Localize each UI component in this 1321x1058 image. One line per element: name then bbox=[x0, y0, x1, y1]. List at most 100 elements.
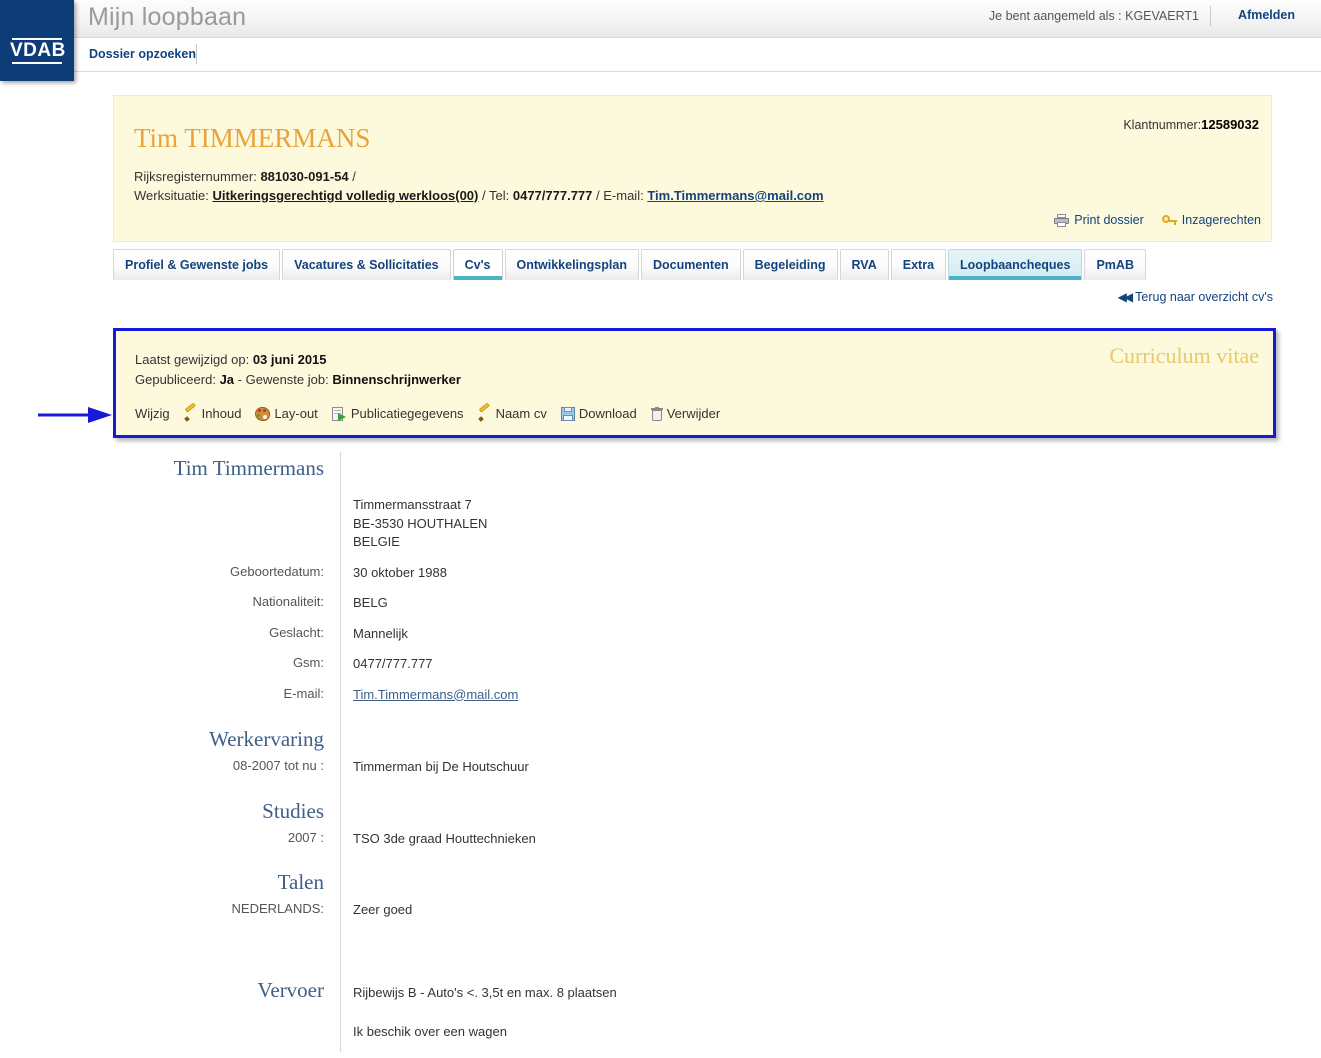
cv-row-email: E-mail: Tim.Timmermans@mail.com bbox=[113, 686, 1276, 705]
cv-row-talen-item: NEDERLANDS: Zeer goed bbox=[113, 901, 1276, 920]
cv-row-studies-item: 2007 : TSO 3de graad Houttechnieken bbox=[113, 830, 1276, 849]
tab-rva[interactable]: RVA bbox=[839, 249, 889, 280]
cv-geboortedatum-label: Geboortedatum: bbox=[230, 563, 324, 579]
cv-job-value: Binnenschrijnwerker bbox=[332, 372, 461, 387]
tab-label: Loopbaancheques bbox=[960, 258, 1071, 272]
tel-value: 0477/777.777 bbox=[512, 188, 593, 203]
client-rijksregister-line: Rijksregisternummer: 881030-091-54 / bbox=[134, 169, 356, 184]
logout-link[interactable]: Afmelden bbox=[1238, 8, 1295, 22]
cv-row-werkervaring-item: 08-2007 tot nu : Timmerman bij De Houtsc… bbox=[113, 758, 1276, 777]
cv-werkervaring-period: 08-2007 tot nu : bbox=[232, 758, 324, 773]
login-status-text: Je bent aangemeld als : KGEVAERT1 bbox=[988, 9, 1199, 23]
tab-extra[interactable]: Extra bbox=[890, 249, 947, 280]
cv-vervoer-heading: Vervoer bbox=[257, 977, 324, 1002]
print-dossier-label: Print dossier bbox=[1074, 213, 1144, 227]
cv-geboortedatum-value: 30 oktober 1988 bbox=[353, 564, 447, 580]
rijksregister-slash: / bbox=[352, 169, 356, 184]
client-email-link[interactable]: Tim.Timmermans@mail.com bbox=[647, 188, 823, 203]
cv-nationaliteit-label: Nationaliteit: bbox=[252, 594, 324, 609]
tab-label: Documenten bbox=[652, 258, 729, 272]
tab-label: Extra bbox=[902, 258, 935, 272]
cv-row-studies-heading: Studies bbox=[113, 799, 1276, 824]
cv-werkervaring-heading: Werkervaring bbox=[209, 727, 324, 751]
cv-studies-value: TSO 3de graad Houttechnieken bbox=[353, 830, 536, 846]
cv-box-title: Curriculum vitae bbox=[1109, 343, 1259, 368]
cv-email-label: E-mail: bbox=[283, 685, 324, 701]
back-to-cv-overview-link[interactable]: ◀◀ Terug naar overzicht cv's bbox=[1118, 290, 1273, 304]
cv-gsm-value: 0477/777.777 bbox=[353, 656, 433, 671]
palette-icon bbox=[255, 406, 271, 421]
vdab-logo-inner: VDAB bbox=[10, 38, 65, 64]
key-icon bbox=[1161, 214, 1177, 227]
cv-action-download[interactable]: Download bbox=[560, 406, 637, 421]
tab-label: Vacatures & Sollicitaties bbox=[294, 258, 439, 272]
cv-published-line: Gepubliceerd: Ja - Gewenste job: Binnens… bbox=[135, 372, 461, 387]
tab-profiel-gewenste-jobs[interactable]: Profiel & Gewenste jobs bbox=[113, 249, 281, 280]
cv-action-publicatiegegevens[interactable]: Publicatiegegevens bbox=[331, 406, 464, 421]
cv-action-naam-cv[interactable]: Naam cv bbox=[477, 402, 547, 422]
cv-action-label: Inhoud bbox=[201, 406, 242, 421]
tab-cvs[interactable]: Cv's bbox=[452, 249, 503, 280]
werksituatie-value-link[interactable]: Uitkeringsgerechtigd volledig werkloos(0… bbox=[213, 188, 479, 203]
annotation-arrow-icon bbox=[38, 407, 112, 423]
tab-documenten[interactable]: Documenten bbox=[640, 249, 741, 280]
klantnummer-block: Klantnummer:12589032 bbox=[1123, 117, 1259, 132]
tab-vacatures-sollicitaties[interactable]: Vacatures & Sollicitaties bbox=[282, 249, 451, 280]
cv-talen-value: Zeer goed bbox=[353, 902, 413, 917]
cv-row-geboortedatum: Geboortedatum: 30 oktober 1988 bbox=[113, 564, 1276, 583]
inzagerechten-button[interactable]: Inzagerechten bbox=[1161, 213, 1261, 227]
client-panel-actions: Print dossier Inzagerechten bbox=[1054, 213, 1261, 227]
rijksregister-value: 881030-091-54 bbox=[260, 169, 349, 184]
tab-label: RVA bbox=[851, 258, 877, 272]
cv-action-label: Verwijder bbox=[666, 406, 721, 421]
secondary-nav-bar: Dossier opzoeken bbox=[0, 38, 1321, 72]
cv-address-value: Timmermansstraat 7 BE-3530 HOUTHALEN BEL… bbox=[353, 497, 488, 549]
cv-row-vervoer: Vervoer Rijbewijs B - Auto's <. 3,5t en … bbox=[113, 978, 1276, 1003]
inzagerechten-label: Inzagerechten bbox=[1181, 213, 1261, 227]
cv-action-label: Download bbox=[578, 406, 637, 421]
cv-werkervaring-value: Timmerman bij De Houtschuur bbox=[353, 759, 529, 774]
cv-nationaliteit-value: BELG bbox=[353, 595, 388, 610]
tab-label: Profiel & Gewenste jobs bbox=[125, 258, 269, 272]
print-dossier-button[interactable]: Print dossier bbox=[1054, 213, 1144, 227]
cv-published-label: Gepubliceerd: bbox=[135, 372, 216, 387]
pencil-icon bbox=[183, 402, 198, 422]
trash-icon bbox=[650, 406, 663, 421]
tab-loopbaancheques[interactable]: Loopbaancheques bbox=[948, 249, 1083, 280]
cv-published-value: Ja bbox=[219, 372, 235, 387]
cv-gsm-label: Gsm: bbox=[292, 655, 324, 670]
cv-row-werkervaring-heading: Werkervaring bbox=[113, 727, 1276, 752]
pencil-icon bbox=[477, 402, 492, 422]
email-label: E-mail: bbox=[603, 188, 644, 203]
tab-label: Cv's bbox=[464, 258, 491, 272]
tab-pmab[interactable]: PmAB bbox=[1084, 249, 1146, 280]
cv-action-layout[interactable]: Lay-out bbox=[255, 406, 318, 421]
cv-action-verwijder[interactable]: Verwijder bbox=[650, 406, 721, 421]
cv-email-link[interactable]: Tim.Timmermans@mail.com bbox=[353, 687, 518, 702]
cv-studies-period: 2007 : bbox=[287, 829, 324, 845]
tab-begeleiding[interactable]: Begeleiding bbox=[742, 249, 838, 280]
tab-label: Begeleiding bbox=[754, 258, 826, 272]
tab-ontwikkelingsplan[interactable]: Ontwikkelingsplan bbox=[504, 249, 639, 280]
cv-row-geslacht: Geslacht: Mannelijk bbox=[113, 625, 1276, 644]
cv-name-value-spacer bbox=[340, 456, 353, 481]
back-link-label: Terug naar overzicht cv's bbox=[1135, 290, 1273, 304]
cv-studies-heading-spacer bbox=[340, 799, 353, 824]
cv-talen-label: NEDERLANDS: bbox=[231, 901, 324, 916]
cv-vervoer-value-2: Ik beschik over een wagen bbox=[353, 1023, 507, 1039]
cv-row-gsm: Gsm: 0477/777.777 bbox=[113, 655, 1276, 674]
cv-person-name: Tim Timmermans bbox=[173, 456, 324, 480]
cv-row-talen-heading: Talen bbox=[113, 870, 1276, 895]
cv-last-modified-line: Laatst gewijzigd op: 03 juni 2015 bbox=[135, 352, 327, 367]
nav-divider bbox=[196, 44, 197, 64]
header-divider bbox=[1210, 6, 1211, 26]
main-tab-bar: Profiel & Gewenste jobs Vacatures & Soll… bbox=[113, 248, 1146, 280]
cv-email-value-wrap: Tim.Timmermans@mail.com bbox=[340, 686, 518, 705]
tab-label: PmAB bbox=[1096, 258, 1134, 272]
cv-action-inhoud[interactable]: Inhoud bbox=[183, 402, 242, 422]
vdab-logo[interactable]: VDAB bbox=[0, 0, 74, 81]
nav-link-dossier-opzoeken[interactable]: Dossier opzoeken bbox=[89, 47, 196, 61]
cv-job-label: - Gewenste job: bbox=[237, 372, 329, 387]
cv-geslacht-value: Mannelijk bbox=[353, 625, 408, 641]
cv-action-label: Publicatiegegevens bbox=[350, 406, 464, 421]
